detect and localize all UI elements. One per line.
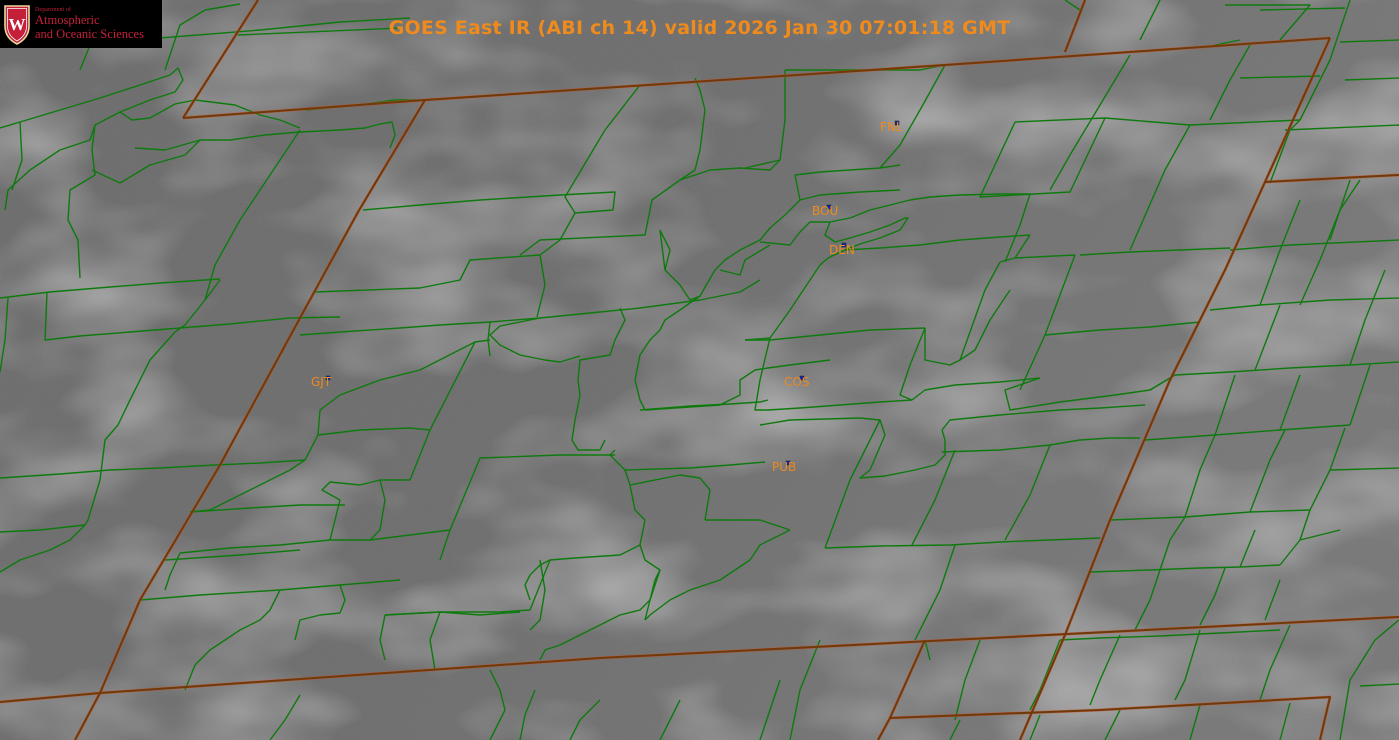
aos-logo: W Department of Atmospheric and Oceanic … [0,0,162,48]
map-canvas [0,0,1399,740]
crest-letter: W [9,15,26,34]
station-label-pub: PUB [772,460,797,474]
uw-crest-icon: W [4,5,30,45]
station-label-fnl: FNL [880,120,903,134]
logo-line-1: Atmospheric [35,13,100,28]
logo-text: Department of Atmospheric and Oceanic Sc… [35,7,144,40]
station-label-gjt: GJT [311,375,332,389]
station-label-den: DEN [829,243,855,257]
station-label-cos: COS [784,375,810,389]
logo-line-2: and Oceanic Sciences [35,26,144,41]
image-title: GOES East IR (ABI ch 14) valid 2026 Jan … [388,17,1011,39]
station-label-bou: BOU [812,204,839,218]
satellite-viewport: FNL BOU DEN COS PUB GJT GOES East IR (AB… [0,0,1399,740]
